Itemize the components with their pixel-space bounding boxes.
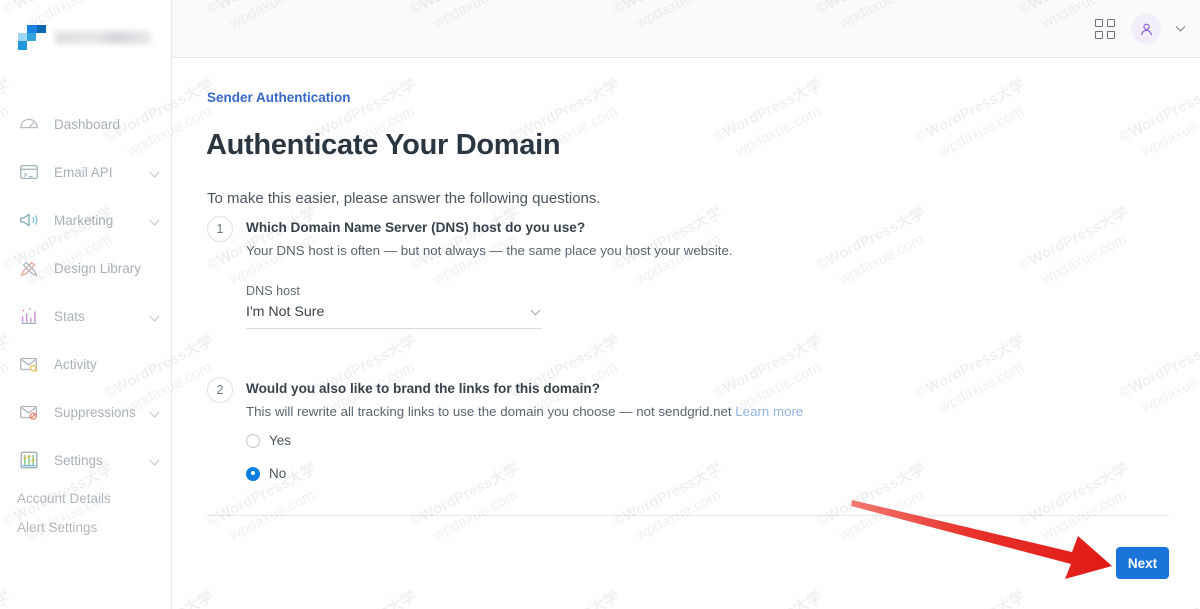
megaphone-icon	[17, 208, 41, 232]
sidebar-item-design-library[interactable]: Design Library	[0, 244, 172, 292]
dns-host-select[interactable]: I'm Not Sure	[246, 303, 542, 329]
question-number: 2	[207, 377, 233, 403]
chevron-down-icon[interactable]	[149, 167, 160, 178]
question-2: 2 Would you also like to brand the links…	[207, 377, 803, 481]
question-title: Which Domain Name Server (DNS) host do y…	[246, 220, 586, 235]
header-actions	[1095, 0, 1186, 58]
sidebar-item-label: Activity	[54, 356, 97, 372]
sidebar-item-label: Marketing	[54, 212, 114, 228]
sidebar-subitem-alert-settings[interactable]: Alert Settings	[0, 513, 172, 542]
sidebar-item-activity[interactable]: Activity	[0, 340, 172, 388]
question-1: 1 Which Domain Name Server (DNS) host do…	[207, 216, 733, 329]
sidebar-item-label: Dashboard	[54, 116, 121, 132]
top-header-bar	[172, 0, 1200, 58]
gauge-icon	[17, 112, 41, 136]
radio-option-yes[interactable]: Yes	[246, 433, 803, 448]
learn-more-link[interactable]: Learn more	[735, 404, 803, 419]
question-description: This will rewrite all tracking links to …	[246, 404, 803, 419]
sidebar-item-label: Design Library	[54, 260, 142, 276]
footer-divider	[207, 515, 1169, 516]
sendgrid-domain-authentication-page: Dashboard Email API Marketing Design Lib…	[0, 0, 1200, 609]
sidebar-item-label: Stats	[54, 308, 85, 324]
chevron-down-icon	[530, 305, 541, 316]
question-description: Your DNS host is often — but not always …	[246, 243, 733, 258]
sidebar-item-label: Email API	[54, 164, 113, 180]
user-avatar-icon[interactable]	[1131, 14, 1161, 44]
radio-label: Yes	[269, 433, 292, 448]
sidebar-item-label: Settings	[54, 452, 103, 468]
intro-text: To make this easier, please answer the f…	[207, 190, 601, 207]
sidebar-subitem-account-details[interactable]: Account Details	[0, 484, 172, 513]
sidebar: Dashboard Email API Marketing Design Lib…	[0, 0, 172, 609]
chevron-down-icon[interactable]	[149, 215, 160, 226]
sendgrid-logo-icon	[18, 24, 46, 50]
next-button[interactable]: Next	[1116, 547, 1169, 579]
sidebar-item-settings[interactable]: Settings	[0, 436, 172, 484]
sidebar-item-dashboard[interactable]: Dashboard	[0, 100, 172, 148]
sidebar-item-label: Suppressions	[54, 404, 136, 420]
radio-label: No	[269, 466, 287, 481]
page-title: Authenticate Your Domain	[206, 129, 561, 162]
sliders-icon	[17, 448, 41, 472]
sidebar-nav: Dashboard Email API Marketing Design Lib…	[0, 100, 172, 542]
radio-icon-selected	[246, 466, 260, 481]
brand-logo-row[interactable]	[18, 24, 151, 50]
bar-chart-icon	[17, 304, 41, 328]
sidebar-item-marketing[interactable]: Marketing	[0, 196, 172, 244]
sidebar-item-suppressions[interactable]: Suppressions	[0, 388, 172, 436]
pencil-ruler-icon	[17, 256, 41, 280]
terminal-window-icon	[17, 160, 41, 184]
question-number: 1	[207, 216, 233, 242]
chevron-down-icon[interactable]	[149, 311, 160, 322]
dns-host-field: DNS host I'm Not Sure	[246, 284, 542, 329]
radio-icon	[246, 433, 260, 448]
main-content: Sender Authentication Authenticate Your …	[172, 58, 1200, 609]
chevron-down-icon[interactable]	[149, 407, 160, 418]
breadcrumb[interactable]: Sender Authentication	[207, 90, 351, 105]
radio-option-no[interactable]: No	[246, 466, 803, 481]
dns-host-label: DNS host	[246, 284, 300, 298]
sidebar-subitem-label: Alert Settings	[17, 520, 98, 535]
envelope-search-icon	[17, 352, 41, 376]
chevron-down-icon[interactable]	[149, 455, 160, 466]
chevron-down-icon[interactable]	[1175, 21, 1186, 32]
envelope-block-icon	[17, 400, 41, 424]
sidebar-item-stats[interactable]: Stats	[0, 292, 172, 340]
account-name-redacted	[55, 30, 151, 44]
question-description-text: This will rewrite all tracking links to …	[246, 404, 732, 419]
question-title: Would you also like to brand the links f…	[246, 381, 600, 396]
sidebar-item-email-api[interactable]: Email API	[0, 148, 172, 196]
grid-apps-icon[interactable]	[1095, 19, 1115, 39]
sidebar-subitem-label: Account Details	[17, 491, 111, 506]
dns-host-value: I'm Not Sure	[246, 304, 325, 320]
